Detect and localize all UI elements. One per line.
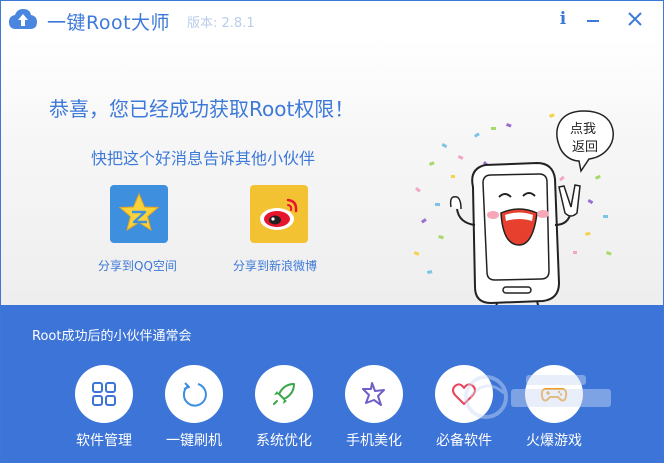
success-panel: 恭喜，您已经成功获取Root权限！ 快把这个好消息告诉其他小伙伴 分享到QQ空间… [1,39,663,310]
qzone-star-icon [118,192,160,232]
speech-bubble: 点我 返回 [556,110,614,173]
share-hint: 快把这个好消息告诉其他小伙伴 [91,149,316,168]
share-qzone-button[interactable] [110,185,168,243]
tool-label: 软件管理 [76,433,132,449]
tool-label: 火爆游戏 [526,433,582,449]
tool-one-click-flash[interactable]: 一键刷机 [159,365,229,450]
close-icon[interactable] [621,7,649,31]
app-window: 一键Root大师 版本: 2.8.1 i 恭喜，您已经成功获取Root权限！ 快… [0,0,664,463]
rocket-icon [273,383,295,405]
recommend-title: Root成功后的小伙伴通常会 [32,329,192,344]
app-title: 一键Root大师 [47,12,171,34]
svg-text:返回: 返回 [572,140,598,155]
refresh-icon [182,382,207,407]
tool-system-optimize[interactable]: 系统优化 [249,365,319,450]
star-icon [362,382,385,406]
tool-label: 手机美化 [346,433,402,449]
share-qzone-label[interactable]: 分享到QQ空间 [98,257,177,274]
tool-phone-beautify[interactable]: 手机美化 [339,365,409,450]
title-bar[interactable]: 一键Root大师 版本: 2.8.1 i [1,1,663,39]
tool-software-manager[interactable]: 软件管理 [69,365,139,450]
tool-label: 必备软件 [436,433,492,449]
weibo-eye-icon [260,198,298,230]
congrats-heading: 恭喜，您已经成功获取Root权限！ [49,97,355,121]
info-icon[interactable]: i [553,7,573,31]
minimize-icon[interactable] [579,7,607,31]
share-weibo-label[interactable]: 分享到新浪微博 [233,257,317,274]
mascot-phone [449,161,581,310]
svg-text:点我: 点我 [570,122,596,137]
watermark-logo [464,375,611,419]
mascot-phone-illustration[interactable]: 点我 返回 [399,75,629,310]
version-label: 版本: 2.8.1 [187,16,255,31]
grid-icon [92,382,116,406]
tool-label: 系统优化 [256,433,312,449]
app-logo-icon [8,7,38,33]
tool-label: 一键刷机 [166,433,222,449]
share-weibo-button[interactable] [250,185,308,243]
recommend-band: Root成功后的小伙伴通常会 软件管理 一键刷机 系统优化 手机美化 必备软件 … [1,305,663,462]
